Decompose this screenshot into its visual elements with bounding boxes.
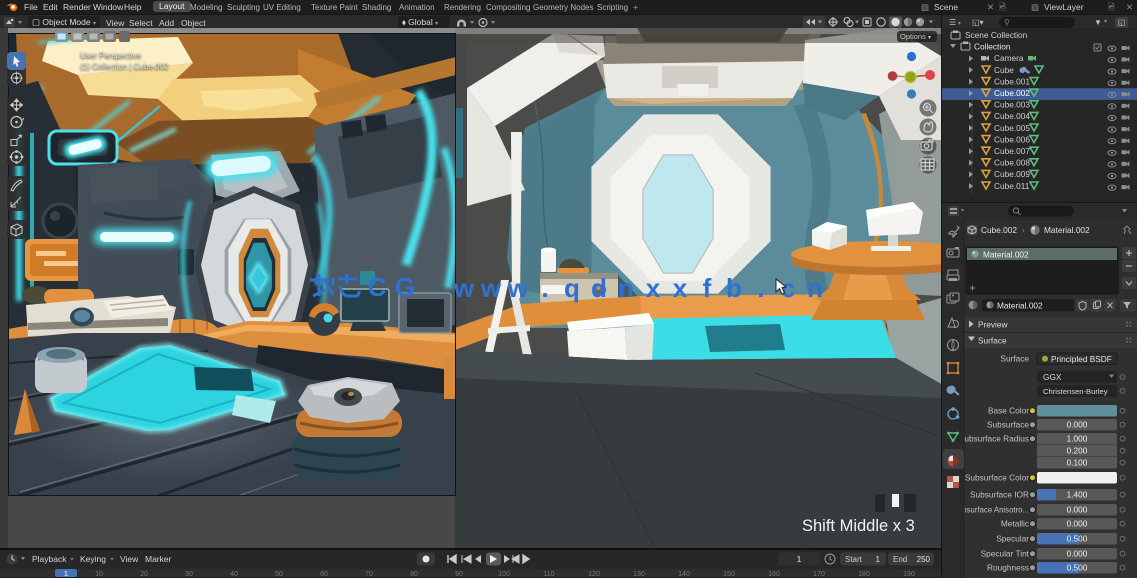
svg-text:120: 120 [588, 571, 600, 577]
svg-text:140: 140 [678, 571, 690, 577]
svg-text:Camera: Camera [994, 53, 1024, 63]
svg-text:90: 90 [455, 571, 463, 577]
svg-text:Cube.002: Cube.002 [994, 88, 1030, 98]
svg-text:0.200: 0.200 [1067, 446, 1088, 456]
svg-text:Playback: Playback [32, 554, 67, 564]
svg-text:›: › [1022, 225, 1025, 235]
svg-text:Cube.008: Cube.008 [994, 158, 1030, 168]
svg-text:190: 190 [903, 571, 915, 577]
svg-text:Subsurface Color: Subsurface Color [965, 473, 1029, 483]
svg-text:Subsurface: Subsurface [987, 420, 1029, 430]
svg-text:Principled BSDF: Principled BSDF [1051, 354, 1112, 364]
svg-text:130: 130 [633, 571, 645, 577]
svg-text:Material.002: Material.002 [997, 301, 1043, 311]
svg-text:0.100: 0.100 [1067, 458, 1088, 468]
svg-text:Cube.002: Cube.002 [981, 225, 1017, 235]
svg-text:Surface: Surface [978, 336, 1007, 346]
svg-text:Cube.001: Cube.001 [994, 76, 1030, 86]
svg-text:0.000: 0.000 [1067, 519, 1088, 529]
svg-text:Specular: Specular [996, 534, 1029, 544]
svg-text:Subsurface IOR: Subsurface IOR [970, 490, 1029, 500]
svg-text:170: 170 [813, 571, 825, 577]
svg-text:Christensen-Burley: Christensen-Burley [1043, 387, 1108, 396]
svg-text:60: 60 [320, 571, 328, 577]
svg-text:Surface: Surface [1000, 354, 1029, 364]
svg-text:Start: Start [845, 555, 863, 564]
svg-text:1: 1 [64, 569, 68, 577]
svg-text:Base Color: Base Color [988, 406, 1029, 416]
svg-text:0.500: 0.500 [1067, 563, 1088, 573]
svg-text:Scene Collection: Scene Collection [965, 30, 1028, 40]
svg-text:View: View [120, 554, 139, 564]
svg-text:0.000: 0.000 [1067, 505, 1088, 515]
svg-text:Material.002: Material.002 [983, 250, 1029, 260]
svg-text:70: 70 [365, 571, 373, 577]
svg-text:160: 160 [768, 571, 780, 577]
svg-text:Keying: Keying [80, 554, 106, 564]
svg-text:End: End [893, 555, 907, 564]
svg-text:0.000: 0.000 [1067, 549, 1088, 559]
svg-text:50: 50 [275, 571, 283, 577]
svg-text:Cube: Cube [994, 65, 1014, 75]
svg-text:Cube.003: Cube.003 [994, 100, 1030, 110]
svg-text:GGX: GGX [1043, 372, 1062, 382]
svg-text:30: 30 [185, 571, 193, 577]
svg-text:Subsurface Radius: Subsurface Radius [959, 434, 1029, 444]
svg-text:Cube.006: Cube.006 [994, 134, 1030, 144]
svg-text:100: 100 [498, 571, 510, 577]
svg-text:Marker: Marker [145, 554, 172, 564]
svg-text:0.000: 0.000 [1067, 420, 1088, 430]
svg-text:80: 80 [410, 571, 418, 577]
svg-text:Cube.007: Cube.007 [994, 146, 1030, 156]
svg-text:Collection: Collection [974, 42, 1011, 52]
svg-text:Cube.005: Cube.005 [994, 123, 1030, 133]
svg-text:20: 20 [140, 571, 148, 577]
svg-text:110: 110 [543, 571, 554, 577]
svg-text:Cube.004: Cube.004 [994, 111, 1030, 121]
svg-text:40: 40 [230, 571, 238, 577]
svg-text:0.500: 0.500 [1067, 534, 1088, 544]
svg-text:Metallic: Metallic [1001, 519, 1029, 529]
svg-text:1.400: 1.400 [1067, 490, 1088, 500]
svg-text:1: 1 [876, 555, 881, 564]
svg-text:Cube.011: Cube.011 [994, 181, 1030, 191]
svg-text:Specular Tint: Specular Tint [981, 549, 1030, 559]
svg-text:Roughness: Roughness [987, 563, 1029, 573]
svg-text:Cube.009: Cube.009 [994, 169, 1030, 179]
svg-text:1.000: 1.000 [1067, 434, 1088, 444]
svg-text:150: 150 [723, 571, 735, 577]
svg-text:250: 250 [917, 555, 931, 564]
svg-text:1: 1 [797, 554, 802, 564]
svg-text:10: 10 [95, 571, 103, 577]
svg-text:180: 180 [858, 571, 870, 577]
svg-text:Preview: Preview [978, 320, 1009, 330]
svg-text:Material.002: Material.002 [1044, 225, 1090, 235]
